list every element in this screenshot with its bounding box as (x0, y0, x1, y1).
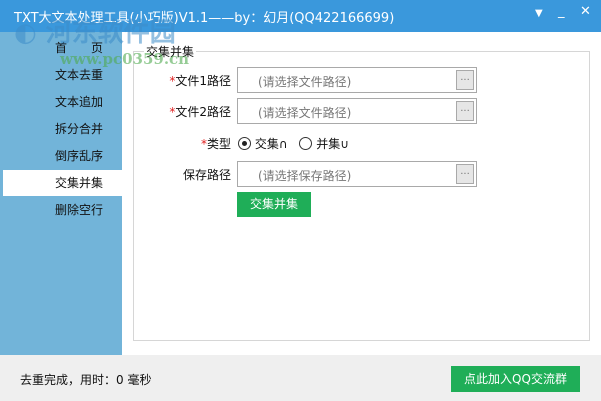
file1-path-input[interactable]: (请选择文件路径)... (237, 67, 477, 93)
intersect-radio[interactable] (238, 137, 251, 150)
union-radio[interactable] (299, 137, 313, 150)
sidebar-item-split-merge[interactable]: 拆分合并 (0, 116, 122, 142)
save-label: 保存路径 (182, 168, 231, 182)
sidebar-item-append[interactable]: 文本追加 (0, 89, 122, 115)
sidebar-item-reverse-shuffle[interactable]: 倒序乱序 (0, 143, 122, 169)
save-placeholder: (请选择保存路径) (258, 169, 352, 183)
sidebar-item-dedupe[interactable]: 文本去重 (0, 62, 122, 88)
title-bar: TXT大文本处理工具(小巧版)V1.1——by：幻月(QQ422166699) … (0, 0, 601, 32)
status-bar: 去重完成，用时：0 毫秒 点此加入QQ交流群 (0, 355, 601, 401)
sidebar-item-remove-blank[interactable]: 删除空行 (0, 197, 122, 223)
file2-label: 文件2路径 (175, 105, 231, 119)
sidebar-item-home[interactable]: 首 页 (0, 35, 122, 61)
union-label[interactable]: 并集∪ (316, 137, 349, 151)
file2-browse-button[interactable]: ... (456, 101, 474, 121)
save-path-input[interactable]: (请选择保存路径)... (237, 161, 477, 187)
file1-label: 文件1路径 (175, 74, 231, 88)
type-radio-group: 交集∩ 并集∪ (238, 135, 438, 161)
save-browse-button[interactable]: ... (456, 164, 474, 184)
sidebar-item-intersect-union[interactable]: 交集并集 (3, 170, 122, 196)
run-intersect-union-button[interactable]: 交集并集 (237, 192, 311, 217)
close-icon[interactable]: ✕ (580, 4, 591, 19)
status-text: 去重完成，用时：0 毫秒 (20, 373, 152, 387)
intersect-union-group: 交集并集 (133, 43, 590, 341)
file2-placeholder: (请选择文件路径) (258, 106, 352, 120)
minimize-icon[interactable]: _ (558, 4, 565, 19)
join-qq-group-button[interactable]: 点此加入QQ交流群 (451, 366, 580, 392)
file1-placeholder: (请选择文件路径) (258, 75, 352, 89)
file1-browse-button[interactable]: ... (456, 70, 474, 90)
window-title: TXT大文本处理工具(小巧版)V1.1——by：幻月(QQ422166699) (14, 11, 395, 26)
intersect-label[interactable]: 交集∩ (255, 137, 288, 151)
file2-path-input[interactable]: (请选择文件路径)... (237, 98, 477, 124)
type-label: 类型 (206, 137, 231, 151)
group-title: 交集并集 (144, 43, 197, 60)
menu-dropdown-icon[interactable]: ▼ (535, 8, 543, 19)
sidebar: 首 页 文本去重 文本追加 拆分合并 倒序乱序 交集并集 删除空行 (0, 32, 122, 355)
